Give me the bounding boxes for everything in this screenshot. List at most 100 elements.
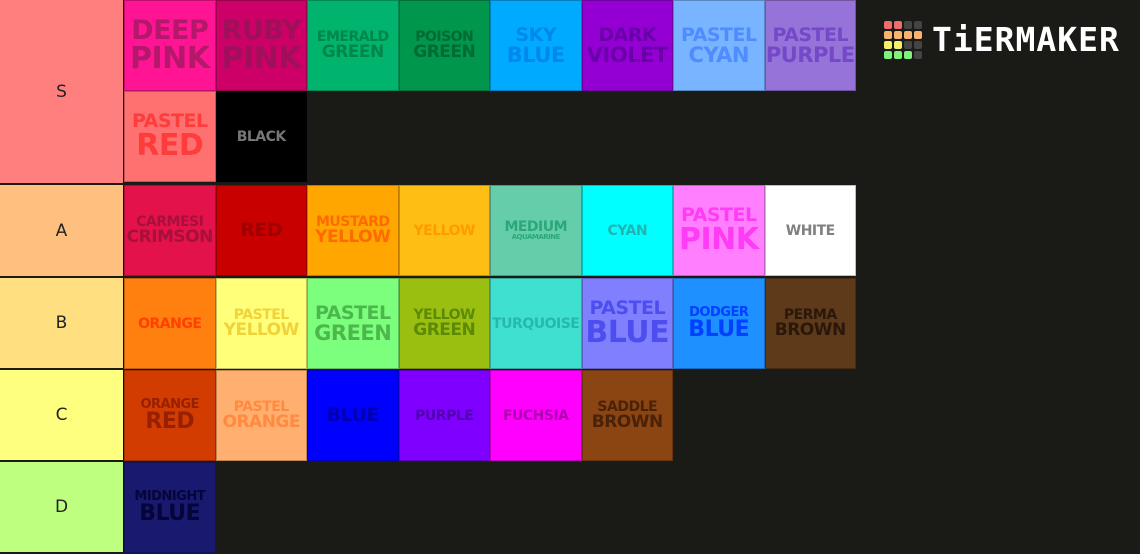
tier-row-c: C ORANGE RED PASTEL ORANGE BLUE PURPLE FUCHSIA S… bbox=[0, 370, 1140, 462]
tier-tiles: MIDNIGHT BLUE bbox=[124, 462, 856, 553]
tile-label-line1: PASTEL bbox=[314, 301, 391, 324]
color-tile[interactable]: YELLOW bbox=[398, 185, 490, 276]
tile-label-line1: WHITE bbox=[785, 222, 835, 239]
color-tile[interactable]: ORANGE bbox=[124, 278, 216, 369]
logo-square bbox=[894, 20, 902, 29]
color-tile[interactable]: CARMESI CRIMSON bbox=[124, 185, 216, 276]
color-tile[interactable]: PASTEL RED bbox=[124, 91, 216, 182]
tile-label-line1: DEEP bbox=[131, 15, 209, 46]
logo-square bbox=[914, 20, 922, 29]
color-tile[interactable]: PASTEL PURPLE bbox=[764, 0, 856, 91]
color-tile[interactable]: DODGER BLUE bbox=[673, 278, 765, 369]
tile-label-line2: BLUE bbox=[506, 42, 566, 67]
logo-square bbox=[884, 40, 892, 49]
color-tile[interactable]: DARK VIOLET bbox=[581, 0, 673, 91]
tier-label[interactable]: C bbox=[0, 370, 124, 460]
tile-label-line2: CYAN bbox=[688, 42, 750, 67]
logo-square bbox=[904, 20, 912, 29]
color-tile[interactable]: MUSTARD YELLOW bbox=[307, 185, 399, 276]
tile-label-line2: PURPLE bbox=[765, 42, 855, 67]
color-tile[interactable]: WHITE bbox=[764, 185, 856, 276]
tile-label-line2: AQUAMARINE bbox=[511, 233, 561, 241]
color-tile[interactable]: MEDIUM AQUAMARINE bbox=[490, 185, 582, 276]
logo-square bbox=[904, 30, 912, 39]
color-tile[interactable]: CYAN bbox=[581, 185, 673, 276]
tile-label-line1: BLACK bbox=[236, 128, 287, 145]
color-tile[interactable]: SKY BLUE bbox=[490, 0, 582, 91]
tile-label-line2: VIOLET bbox=[586, 42, 668, 67]
tile-label-line2: CRIMSON bbox=[126, 227, 214, 247]
color-tile[interactable]: RUBY PINK bbox=[215, 0, 307, 91]
color-tile[interactable]: PASTEL PINK bbox=[673, 185, 765, 276]
color-tile[interactable]: PERMA BROWN bbox=[764, 278, 856, 369]
tier-label[interactable]: S bbox=[0, 0, 124, 183]
color-tile[interactable]: PASTEL ORANGE bbox=[215, 370, 307, 461]
color-tile[interactable]: MIDNIGHT BLUE bbox=[124, 462, 216, 553]
tiermaker-logo: TiERMAKER bbox=[884, 20, 1120, 59]
tile-label-line1: PURPLE bbox=[415, 407, 474, 424]
tile-label-line1: MEDIUM bbox=[504, 219, 568, 235]
tier-board: S DEEP PINK RUBY PINK EMERALD GREEN POISON GREEN… bbox=[0, 0, 1140, 554]
tile-label-line1: DARK bbox=[598, 23, 657, 46]
logo-square bbox=[884, 20, 892, 29]
tier-row-d: D MIDNIGHT BLUE bbox=[0, 462, 1140, 554]
tile-label-line2: YELLOW bbox=[315, 227, 391, 247]
logo-square bbox=[904, 40, 912, 49]
tile-label-line2: PINK bbox=[678, 222, 759, 257]
color-tile[interactable]: PURPLE bbox=[398, 370, 490, 461]
tier-label[interactable]: A bbox=[0, 185, 124, 276]
tile-label-line2: PINK bbox=[221, 41, 301, 76]
color-tile[interactable]: FUCHSIA bbox=[490, 370, 582, 461]
tile-label-line1: ORANGE bbox=[138, 315, 202, 332]
tile-label-line2: ORANGE bbox=[222, 412, 301, 432]
logo-square bbox=[884, 30, 892, 39]
tile-label-line1: PASTEL bbox=[772, 23, 849, 46]
tile-label-line2: BROWN bbox=[774, 320, 846, 340]
tile-label-line2: GREEN bbox=[413, 320, 476, 340]
tile-label-line1: TURQUOISE bbox=[492, 315, 580, 332]
color-tile[interactable]: SADDLE BROWN bbox=[581, 370, 673, 461]
tier-tiles: ORANGE PASTEL YELLOW PASTEL GREEN YELLOW GREEN… bbox=[124, 278, 856, 369]
color-tile[interactable]: BLUE bbox=[307, 370, 399, 461]
tile-label-line2: BROWN bbox=[591, 412, 663, 432]
tile-label-line2: BLUE bbox=[585, 315, 670, 350]
color-tile[interactable]: TURQUOISE bbox=[490, 278, 582, 369]
tier-label[interactable]: D bbox=[0, 462, 124, 552]
tile-label-line1: BLUE bbox=[326, 404, 380, 426]
tier-row-a: A CARMESI CRIMSON RED MUSTARD YELLOW YELLOW MED… bbox=[0, 185, 1140, 278]
logo-square bbox=[904, 50, 912, 59]
color-tile[interactable]: POISON GREEN bbox=[398, 0, 490, 91]
color-tile[interactable]: ORANGE RED bbox=[124, 370, 216, 461]
color-tile[interactable]: PASTEL GREEN bbox=[307, 278, 399, 369]
color-tile[interactable]: BLACK bbox=[215, 91, 307, 182]
logo-square bbox=[914, 30, 922, 39]
logo-square bbox=[894, 50, 902, 59]
tile-label-line2: PINK bbox=[129, 41, 210, 76]
color-tile[interactable]: EMERALD GREEN bbox=[307, 0, 399, 91]
tile-label-line2: YELLOW bbox=[223, 320, 300, 340]
logo-square bbox=[914, 50, 922, 59]
tile-label-line1: FUCHSIA bbox=[502, 407, 569, 424]
tile-label-line2: BLUE bbox=[688, 317, 750, 342]
tile-label-line2: BLUE bbox=[139, 501, 201, 526]
tile-label-line1: PASTEL bbox=[680, 23, 757, 46]
tile-label-line2: RED bbox=[136, 128, 204, 163]
color-tile[interactable]: PASTEL CYAN bbox=[673, 0, 765, 91]
tier-tiles: DEEP PINK RUBY PINK EMERALD GREEN POISON GREEN S… bbox=[124, 0, 856, 183]
tier-label[interactable]: B bbox=[0, 278, 124, 368]
tile-label-line2: RED bbox=[145, 409, 195, 434]
logo-text: TiERMAKER bbox=[932, 20, 1120, 59]
logo-square bbox=[894, 30, 902, 39]
tier-tiles: CARMESI CRIMSON RED MUSTARD YELLOW YELLOW MEDI… bbox=[124, 185, 856, 276]
tile-label-line1: YELLOW bbox=[413, 222, 476, 239]
logo-square bbox=[884, 50, 892, 59]
color-tile[interactable]: PASTEL YELLOW bbox=[215, 278, 307, 369]
tile-label-line1: RUBY bbox=[221, 15, 302, 46]
tile-label-line1: SKY bbox=[515, 23, 557, 46]
color-tile[interactable]: YELLOW GREEN bbox=[398, 278, 490, 369]
tier-row-b: B ORANGE PASTEL YELLOW PASTEL GREEN YELLOW GREE… bbox=[0, 278, 1140, 370]
color-tile[interactable]: PASTEL BLUE bbox=[581, 278, 673, 369]
color-tile[interactable]: RED bbox=[215, 185, 307, 276]
tile-label-line2: GREEN bbox=[413, 42, 476, 62]
color-tile[interactable]: DEEP PINK bbox=[124, 0, 216, 91]
